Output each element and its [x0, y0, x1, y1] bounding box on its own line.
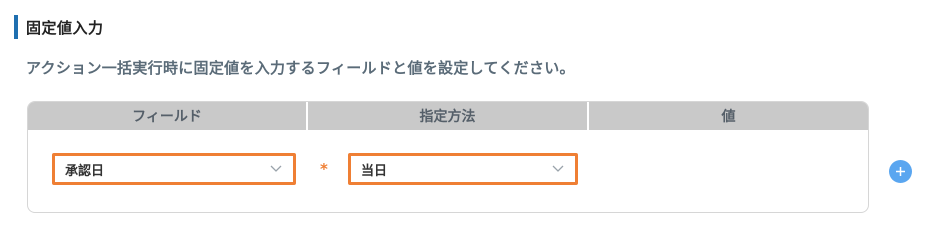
section-accent-bar [14, 15, 18, 39]
table-header: フィールド 指定方法 値 [28, 102, 868, 130]
add-row-button[interactable] [889, 160, 912, 183]
plus-icon [896, 167, 905, 176]
chevron-down-icon [269, 162, 283, 176]
method-select-value: 当日 [361, 163, 388, 179]
fixed-value-table: フィールド 指定方法 値 承認日 * 当日 [27, 101, 869, 213]
chevron-down-icon [551, 162, 565, 176]
section-description: アクション一括実行時に固定値を入力するフィールドと値を設定してください。 [26, 59, 575, 77]
column-header-field: フィールド [28, 102, 308, 130]
field-select-value: 承認日 [65, 163, 105, 179]
field-select[interactable]: 承認日 [52, 153, 296, 185]
table-row: 承認日 * 当日 [28, 130, 868, 212]
section-title: 固定値入力 [26, 18, 104, 37]
method-select[interactable]: 当日 [348, 153, 578, 185]
section-header: 固定値入力 [14, 14, 104, 40]
required-mark: * [320, 160, 328, 178]
column-header-method: 指定方法 [308, 102, 589, 130]
column-header-value: 値 [721, 109, 736, 125]
